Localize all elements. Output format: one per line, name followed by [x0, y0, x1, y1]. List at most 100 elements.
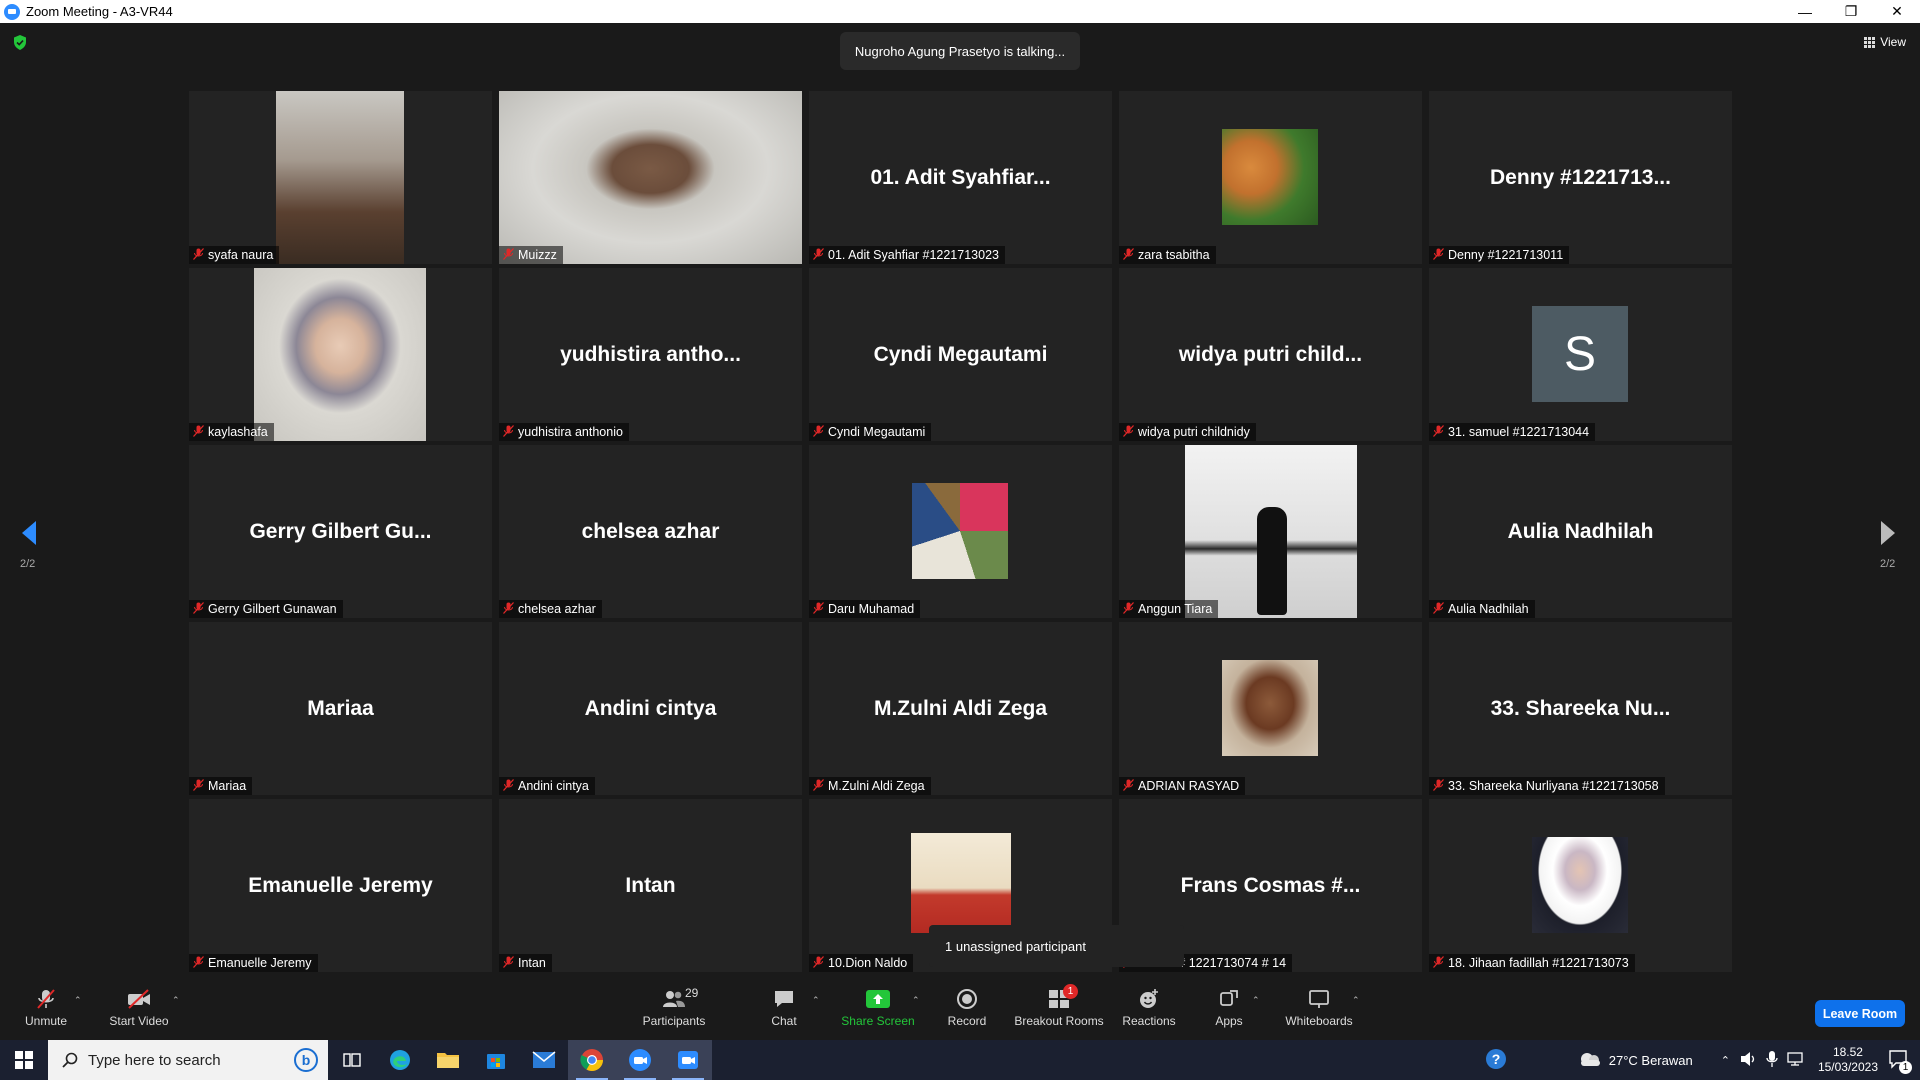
participant-name-label: ADRIAN RASYAD: [1119, 777, 1246, 795]
mic-muted-icon: [193, 601, 204, 617]
participant-tile[interactable]: Denny #1221713... Denny #1221713011: [1429, 91, 1732, 264]
mic-muted-icon: [1433, 424, 1444, 440]
participant-video: [499, 91, 802, 264]
windows-start-button[interactable]: [0, 1040, 48, 1080]
participant-tile[interactable]: Cyndi Megautami Cyndi Megautami: [809, 268, 1112, 441]
share-screen-button[interactable]: Share Screen: [838, 975, 918, 1040]
participant-profile-picture: S: [1532, 306, 1628, 402]
participant-name-label: 10.Dion Naldo: [809, 954, 914, 972]
participant-name: Andini cintya: [518, 779, 589, 793]
meeting-stage: Nugroho Agung Prasetyo is talking... Vie…: [0, 23, 1920, 975]
participant-tile[interactable]: ADRIAN RASYAD: [1119, 622, 1422, 795]
leave-room-button[interactable]: Leave Room: [1815, 1000, 1905, 1027]
weather-cloud-icon[interactable]: [1577, 1049, 1603, 1072]
mic-muted-icon: [1433, 601, 1444, 617]
notification-center-icon[interactable]: 1: [1888, 1049, 1912, 1074]
participant-tile[interactable]: yudhistira antho... yudhistira anthonio: [499, 268, 802, 441]
restore-icon[interactable]: ❐: [1828, 0, 1874, 23]
network-icon[interactable]: [1786, 1051, 1804, 1070]
edge-browser-icon[interactable]: [376, 1040, 424, 1080]
view-button[interactable]: View: [1864, 35, 1906, 49]
mic-muted-icon: [1123, 601, 1134, 617]
participant-profile-picture: [911, 833, 1011, 933]
participant-tile[interactable]: Anggun Tiara: [1119, 445, 1422, 618]
participant-name: 10.Dion Naldo: [828, 956, 908, 970]
previous-page-arrow-icon[interactable]: [14, 513, 44, 553]
participant-name: M.Zulni Aldi Zega: [828, 779, 925, 793]
next-page-arrow-icon[interactable]: [1873, 513, 1903, 553]
participant-display-name: Mariaa: [307, 696, 374, 720]
apps-button[interactable]: Apps: [1210, 975, 1248, 1040]
participant-tile[interactable]: Mariaa Mariaa: [189, 622, 492, 795]
zoom-meeting-taskbar-icon[interactable]: [664, 1040, 712, 1080]
participant-tile[interactable]: S 31. samuel #1221713044: [1429, 268, 1732, 441]
zoom-chat-taskbar-icon[interactable]: [616, 1040, 664, 1080]
audio-options-caret-icon[interactable]: ⌃: [74, 995, 82, 1006]
weather-text[interactable]: 27°C Berawan: [1609, 1053, 1693, 1068]
participant-tile[interactable]: Intan Intan: [499, 799, 802, 972]
participant-tile[interactable]: Aulia Nadhilah Aulia Nadhilah: [1429, 445, 1732, 618]
whiteboard-options-caret-icon[interactable]: ⌃: [1352, 995, 1360, 1006]
file-explorer-icon[interactable]: [424, 1040, 472, 1080]
participants-label: Participants: [642, 1013, 706, 1028]
participant-tile[interactable]: 01. Adit Syahfiar... 01. Adit Syahfiar #1…: [809, 91, 1112, 264]
participant-name-label: Emanuelle Jeremy: [189, 954, 318, 972]
minimize-icon[interactable]: —: [1782, 0, 1828, 23]
mic-muted-icon: [193, 247, 204, 263]
apps-options-caret-icon[interactable]: ⌃: [1252, 995, 1260, 1006]
whiteboards-button[interactable]: Whiteboards: [1282, 975, 1356, 1040]
participant-name-label: syafa naura: [189, 246, 280, 264]
help-icon[interactable]: ?: [1485, 1048, 1507, 1073]
participant-tile[interactable]: kaylashafa: [189, 268, 492, 441]
participant-name: 01. Adit Syahfiar #1221713023: [828, 248, 999, 262]
grid-view-icon: [1864, 36, 1876, 48]
task-view-icon[interactable]: [328, 1040, 376, 1080]
video-options-caret-icon[interactable]: ⌃: [172, 995, 180, 1006]
close-icon[interactable]: ✕: [1874, 0, 1920, 23]
mic-muted-icon: [813, 424, 824, 440]
tray-overflow-chevron-icon[interactable]: ⌃: [1721, 1054, 1730, 1067]
participant-tile[interactable]: Emanuelle Jeremy Emanuelle Jeremy: [189, 799, 492, 972]
participants-icon: 29: [661, 986, 698, 1010]
microsoft-store-icon[interactable]: [472, 1040, 520, 1080]
record-button[interactable]: Record: [942, 975, 992, 1040]
taskbar-search-box[interactable]: Type here to search b: [48, 1040, 328, 1080]
participants-button[interactable]: 29 Participants: [636, 975, 712, 1040]
participant-tile[interactable]: chelsea azhar chelsea azhar: [499, 445, 802, 618]
start-video-button[interactable]: Start Video: [104, 975, 174, 1040]
apps-label: Apps: [1215, 1013, 1243, 1028]
windows-logo-icon: [15, 1051, 33, 1069]
participant-tile[interactable]: syafa naura: [189, 91, 492, 264]
svg-text:?: ?: [1491, 1051, 1500, 1067]
participant-display-name: 01. Adit Syahfiar...: [870, 165, 1051, 189]
chat-options-caret-icon[interactable]: ⌃: [812, 995, 820, 1006]
participant-tile[interactable]: Muizzz: [499, 91, 802, 264]
chat-button[interactable]: Chat: [762, 975, 806, 1040]
participant-name: 33. Shareeka Nurliyana #1221713058: [1448, 779, 1659, 793]
encryption-shield-icon[interactable]: [13, 35, 27, 50]
participant-tile[interactable]: 18. Jihaan fadillah #1221713073: [1429, 799, 1732, 972]
participant-tile[interactable]: Gerry Gilbert Gu... Gerry Gilbert Gunawan: [189, 445, 492, 618]
share-options-caret-icon[interactable]: ⌃: [912, 995, 920, 1006]
breakout-rooms-button[interactable]: 1 Breakout Rooms: [1014, 975, 1104, 1040]
reactions-button[interactable]: Reactions: [1120, 975, 1178, 1040]
participant-name-label: kaylashafa: [189, 423, 274, 441]
mail-icon[interactable]: [520, 1040, 568, 1080]
participant-tile[interactable]: widya putri child... widya putri childnid…: [1119, 268, 1422, 441]
volume-icon[interactable]: [1740, 1051, 1758, 1070]
participant-tile[interactable]: Daru Muhamad: [809, 445, 1112, 618]
participant-tile[interactable]: Andini cintya Andini cintya: [499, 622, 802, 795]
mic-muted-icon: [33, 988, 59, 1010]
bing-icon[interactable]: b: [294, 1048, 318, 1072]
mic-muted-icon: [193, 778, 204, 794]
participant-tile[interactable]: zara tsabitha: [1119, 91, 1422, 264]
participant-name: Daru Muhamad: [828, 602, 915, 616]
participant-name: Intan: [518, 956, 546, 970]
unmute-button[interactable]: Unmute: [18, 975, 74, 1040]
taskbar-clock[interactable]: 18.52 15/03/2023: [1818, 1045, 1878, 1075]
microphone-icon[interactable]: [1766, 1050, 1778, 1071]
participant-tile[interactable]: M.Zulni Aldi Zega M.Zulni Aldi Zega: [809, 622, 1112, 795]
participant-tile[interactable]: 33. Shareeka Nu... 33. Shareeka Nurliyana…: [1429, 622, 1732, 795]
chrome-browser-icon[interactable]: [568, 1040, 616, 1080]
participant-profile-picture: [1532, 837, 1628, 933]
